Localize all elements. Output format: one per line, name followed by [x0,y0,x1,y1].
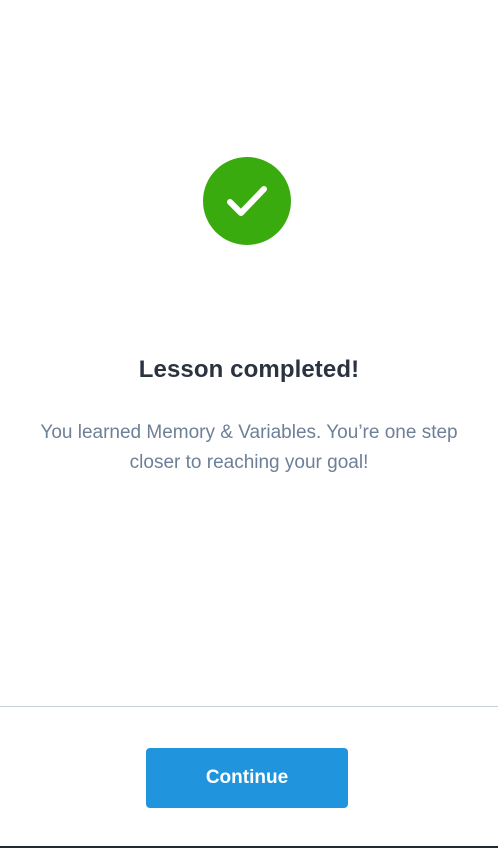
continue-button[interactable]: Continue [146,748,348,808]
success-badge [203,157,291,245]
lesson-completed-title: Lesson completed! [138,356,360,383]
footer-divider [0,706,498,707]
lesson-completed-message: You learned Memory & Variables. You’re o… [40,422,458,473]
checkmark-icon [227,186,267,216]
